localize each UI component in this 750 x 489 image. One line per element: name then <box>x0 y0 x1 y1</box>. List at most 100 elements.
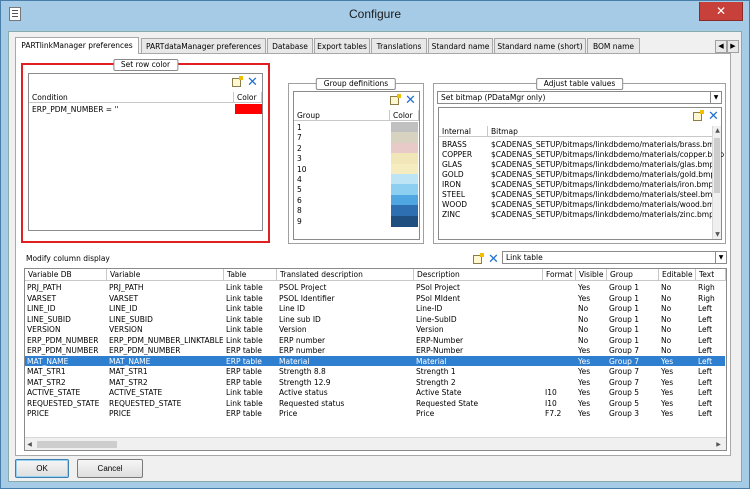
table-value-row[interactable]: WOOD $CADENAS_SETUP/bitmaps/linkdbdemo/ma… <box>439 199 719 209</box>
table-value-row[interactable]: GOLD $CADENAS_SETUP/bitmaps/linkdbdemo/ma… <box>439 169 715 179</box>
new-column-icon[interactable] <box>473 253 484 264</box>
scroll-left-icon[interactable]: ◀ <box>25 440 34 449</box>
column-header[interactable]: Format <box>543 269 576 281</box>
tab-standard-name-short[interactable]: Standard name (short) <box>494 38 586 54</box>
chevron-down-icon[interactable]: ▼ <box>710 92 721 103</box>
group-color-column-header[interactable]: Color <box>390 110 419 121</box>
color-column-header[interactable]: Color <box>234 92 262 103</box>
dialog-client: PARTlinkManager preferences PARTdataMana… <box>8 31 742 482</box>
tab-partlinkmanager-preferences[interactable]: PARTlinkManager preferences <box>15 37 139 54</box>
group-color-swatch[interactable] <box>391 174 418 185</box>
table-selector[interactable]: Link table ▼ <box>502 251 727 264</box>
table-cell: Line-SubID <box>416 314 457 324</box>
column-header[interactable]: Translated description <box>277 269 414 281</box>
group-color-swatch[interactable] <box>391 122 418 133</box>
group-row[interactable]: 6 <box>294 194 419 206</box>
table-row[interactable]: PRICE PRICE ERP table Price Price F7.2 Yes Grou… <box>25 408 725 418</box>
new-value-icon[interactable] <box>693 110 704 121</box>
tab-scroll-right-icon[interactable]: ▶ <box>727 40 739 53</box>
table-row[interactable]: LINE_ID LINE_ID Link table Line ID Line-ID No… <box>25 303 725 313</box>
tab-export-tables[interactable]: Export tables <box>314 38 370 54</box>
scroll-up-icon[interactable]: ▲ <box>713 126 722 135</box>
table-row[interactable]: REQUESTED_STATE REQUESTED_STATE Link table… <box>25 398 725 408</box>
delete-value-icon[interactable]: ✕ <box>708 110 719 123</box>
table-cell: Left <box>698 367 713 376</box>
scroll-down-icon[interactable]: ▼ <box>713 230 722 239</box>
table-cell: Line ID <box>279 304 306 313</box>
new-row-icon[interactable] <box>232 76 243 87</box>
table-row[interactable]: VERSION VERSION Link table Version Version No… <box>25 324 725 334</box>
group-row[interactable]: 3 <box>294 153 419 165</box>
group-color-swatch[interactable] <box>391 163 418 175</box>
tab-database[interactable]: Database <box>267 38 313 54</box>
column-header[interactable]: Editable <box>659 269 696 281</box>
tab-standard-name[interactable]: Standard name <box>428 38 493 54</box>
group-row[interactable]: 7 <box>294 132 419 144</box>
group-row[interactable]: 9 <box>294 215 419 227</box>
group-color-swatch[interactable] <box>391 215 418 227</box>
group-color-swatch[interactable] <box>391 205 418 217</box>
tab-partdatamanager-preferences[interactable]: PARTdataManager preferences <box>141 38 266 54</box>
table-row[interactable]: VARSET VARSET Link table PSOL Identifier PSo… <box>25 293 725 303</box>
table-cell: Yes <box>578 283 591 292</box>
tab-bom-name[interactable]: BOM name <box>587 38 640 54</box>
group-row[interactable]: 10 <box>294 163 419 175</box>
table-value-row[interactable]: COPPER $CADENAS_SETUP/bitmaps/linkdbdemo/… <box>439 149 724 159</box>
horizontal-scrollbar[interactable]: ◀ ▶ <box>25 437 726 450</box>
table-value-row[interactable]: IRON $CADENAS_SETUP/bitmaps/linkdbdemo/ma… <box>439 179 713 189</box>
table-cell: Left <box>698 409 713 418</box>
group-column-header[interactable]: Group <box>294 110 390 121</box>
table-row[interactable]: ERP_PDM_NUMBER ERP_PDM_NUMBER ERP table ERP… <box>25 345 725 355</box>
group-color-swatch[interactable] <box>391 194 418 206</box>
scroll-right-icon[interactable]: ▶ <box>714 440 723 449</box>
internal-column-header[interactable]: Internal <box>439 126 488 137</box>
column-header[interactable]: Variable DB <box>25 269 107 281</box>
close-button[interactable]: ✕ <box>699 2 743 21</box>
group-row[interactable]: 4 <box>294 174 419 185</box>
table-cell: Left <box>698 346 713 355</box>
table-row[interactable]: LINE_SUBID LINE_SUBID Link table Line sub I… <box>25 314 725 324</box>
scrollbar-thumb[interactable] <box>714 138 720 193</box>
group-color-swatch[interactable] <box>391 153 418 165</box>
row-color-swatch[interactable] <box>235 104 262 114</box>
chevron-down-icon[interactable]: ▼ <box>715 252 726 263</box>
table-value-row[interactable]: STEEL $CADENAS_SETUP/bitmaps/linkdbdemo/m… <box>439 189 717 199</box>
ok-button[interactable]: OK <box>15 459 69 478</box>
table-value-row[interactable]: BRASS $CADENAS_SETUP/bitmaps/linkdbdemo/m… <box>439 139 719 149</box>
group-color-swatch[interactable] <box>391 132 418 144</box>
table-row[interactable]: MAT_STR2 MAT_STR2 ERP table Strength 12.9 St… <box>25 377 725 387</box>
delete-group-icon[interactable]: ✕ <box>405 94 416 107</box>
group-color-swatch[interactable] <box>391 142 418 154</box>
row-color-row[interactable]: ERP_PDM_NUMBER = '' <box>29 104 262 114</box>
bitmap-column-header[interactable]: Bitmap <box>488 126 713 137</box>
table-row[interactable]: ERP_PDM_NUMBER ERP_PDM_NUMBER_LINKTABLE Li… <box>25 335 725 345</box>
column-header[interactable]: Text <box>696 269 726 281</box>
tab-translations[interactable]: Translations <box>371 38 427 54</box>
cancel-button[interactable]: Cancel <box>77 459 143 478</box>
delete-column-icon[interactable]: ✕ <box>488 253 499 266</box>
set-row-color-title: Set row color <box>112 59 179 71</box>
group-row[interactable]: 5 <box>294 184 419 196</box>
selected-table-row[interactable]: MAT_NAME MAT_NAME ERP table Material Materia… <box>25 355 725 366</box>
table-row[interactable]: PRJ_PATH PRJ_PATH Link table PSOL Project PS… <box>25 282 725 292</box>
delete-row-icon[interactable]: ✕ <box>247 76 258 89</box>
table-value-row[interactable]: ZINC $CADENAS_SETUP/bitmaps/linkdbdemo/ma… <box>439 209 714 219</box>
column-header[interactable]: Description <box>414 269 543 281</box>
column-header[interactable]: Table <box>224 269 277 281</box>
table-row[interactable]: ACTIVE_STATE ACTIVE_STATE Link table Active… <box>25 387 725 397</box>
table-values-scrollbar[interactable]: ▲ ▼ <box>712 126 721 239</box>
horizontal-scrollbar-thumb[interactable] <box>37 441 117 448</box>
bitmap-selector[interactable]: Set bitmap (PDataMgr only) ▼ <box>437 91 722 104</box>
group-row[interactable]: 8 <box>294 205 419 217</box>
condition-column-header[interactable]: Condition <box>29 92 234 103</box>
column-header[interactable]: Group <box>607 269 659 281</box>
group-row[interactable]: 2 <box>294 142 419 154</box>
table-value-row[interactable]: GLAS $CADENAS_SETUP/bitmaps/linkdbdemo/ma… <box>439 159 714 169</box>
tab-scroll-left-icon[interactable]: ◀ <box>715 40 727 53</box>
column-header[interactable]: Visible <box>576 269 607 281</box>
group-color-swatch[interactable] <box>391 184 418 196</box>
new-group-icon[interactable] <box>390 94 401 105</box>
table-row[interactable]: MAT_STR1 MAT_STR1 ERP table Strength 8.8 Str… <box>25 366 725 376</box>
column-header[interactable]: Variable <box>107 269 224 281</box>
group-row[interactable]: 1 <box>294 122 419 133</box>
